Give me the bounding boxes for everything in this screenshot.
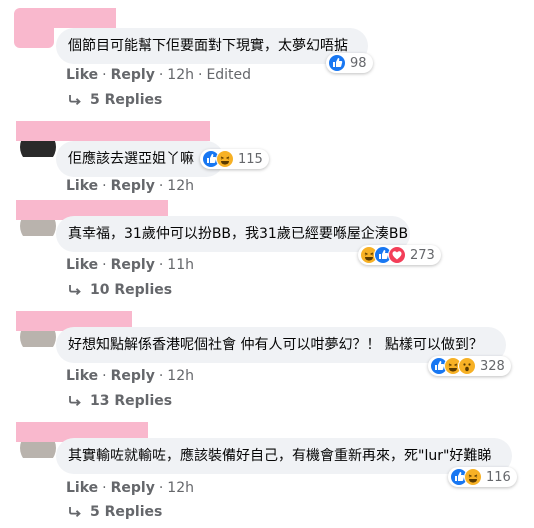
- reaction-count: 98: [350, 55, 367, 71]
- comment-actions: Like · Reply · 12h · Edited: [66, 67, 252, 83]
- timestamp[interactable]: 12h: [167, 67, 194, 83]
- comment-text: 真幸福，31歲仲可以扮BB，我31歲已經要喺屋企湊BB: [68, 226, 409, 242]
- reaction-count: 273: [410, 247, 435, 263]
- timestamp[interactable]: 12h: [167, 368, 194, 384]
- view-replies-link[interactable]: 5 Replies: [68, 504, 162, 520]
- view-replies-link[interactable]: 5 Replies: [68, 92, 162, 108]
- haha-reaction-icon: [464, 468, 482, 486]
- comment-bubble: 佢應該去選亞姐丫嘛: [56, 141, 224, 177]
- view-replies-link[interactable]: 13 Replies: [68, 393, 172, 409]
- reaction-summary[interactable]: 116: [448, 467, 517, 487]
- comment-text: 其實輸咗就輸咗，應該裝備好自己，有機會重新再來，死"lur"好難睇: [68, 448, 492, 464]
- comment-text: 個節目可能幫下佢要面對下現實，太夢幻唔掂: [68, 38, 348, 54]
- like-link[interactable]: Like: [66, 257, 98, 273]
- comment-actions: Like · Reply · 12h: [66, 368, 194, 384]
- replies-count: 5 Replies: [90, 92, 163, 108]
- author-name-redacted[interactable]: [40, 8, 116, 28]
- comment-bubble: 其實輸咗就輸咗，應該裝備好自己，有機會重新再來，死"lur"好難睇: [56, 438, 512, 474]
- wow-reaction-icon: [458, 357, 476, 375]
- reply-link[interactable]: Reply: [111, 480, 155, 496]
- replies-count: 13 Replies: [90, 393, 173, 409]
- like-reaction-icon: [328, 54, 346, 72]
- comment-text: 佢應該去選亞姐丫嘛: [68, 151, 194, 167]
- reaction-count: 328: [480, 358, 505, 374]
- replies-count: 10 Replies: [90, 282, 173, 298]
- reply-link[interactable]: Reply: [111, 178, 155, 194]
- comment-actions: Like · Reply · 12h: [66, 178, 194, 194]
- timestamp[interactable]: 12h: [167, 480, 194, 496]
- reaction-count: 116: [486, 469, 511, 485]
- like-link[interactable]: Like: [66, 178, 98, 194]
- reply-link[interactable]: Reply: [111, 368, 155, 384]
- like-link[interactable]: Like: [66, 368, 98, 384]
- reply-arrow-icon: [69, 285, 81, 296]
- haha-reaction-icon: [216, 150, 234, 168]
- author-name-redacted[interactable]: [40, 121, 210, 141]
- comment-text: 好想知點解係香港呢個社會 仲有人可以咁夢幻？！ 點樣可以做到？: [68, 337, 483, 353]
- comment-bubble: 個節目可能幫下佢要面對下現實，太夢幻唔掂: [56, 28, 368, 64]
- reply-arrow-icon: [69, 507, 81, 518]
- reaction-summary[interactable]: 273: [358, 245, 441, 265]
- reaction-summary[interactable]: 115: [200, 149, 269, 169]
- reply-arrow-icon: [69, 396, 81, 407]
- reply-link[interactable]: Reply: [111, 67, 155, 83]
- timestamp[interactable]: 12h: [167, 178, 194, 194]
- reaction-summary[interactable]: 328: [428, 356, 511, 376]
- timestamp[interactable]: 11h: [167, 257, 194, 273]
- like-link[interactable]: Like: [66, 67, 98, 83]
- view-replies-link[interactable]: 10 Replies: [68, 282, 172, 298]
- reaction-count: 115: [238, 151, 263, 167]
- comment-actions: Like · Reply · 12h: [66, 480, 194, 496]
- like-link[interactable]: Like: [66, 480, 98, 496]
- comment-bubble: 真幸福，31歲仲可以扮BB，我31歲已經要喺屋企湊BB: [56, 216, 410, 252]
- reaction-summary[interactable]: 98: [326, 53, 373, 73]
- reply-arrow-icon: [69, 95, 81, 106]
- replies-count: 5 Replies: [90, 504, 163, 520]
- edited-label: Edited: [206, 67, 252, 83]
- comment-actions: Like · Reply · 11h: [66, 257, 194, 273]
- reply-link[interactable]: Reply: [111, 257, 155, 273]
- love-reaction-icon: [388, 246, 406, 264]
